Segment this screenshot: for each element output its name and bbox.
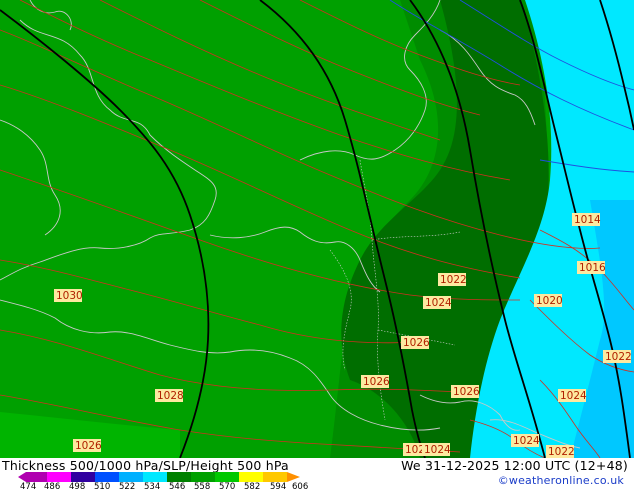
scale-swatch <box>47 472 71 482</box>
scale-tick: 522 <box>119 482 136 492</box>
isobar-label: 1022 <box>546 445 575 458</box>
credit-link[interactable]: ©weatheronline.co.uk <box>498 474 624 487</box>
isobar-label: 1028 <box>155 389 184 402</box>
scale-tick: 558 <box>194 482 211 492</box>
isobar-label: 1020 <box>534 294 563 307</box>
map-canvas: 1014 1016 1020 1022 1022 1022 1022 1024 … <box>0 0 634 459</box>
scale-arrow-right <box>287 472 300 482</box>
map-footer: Thickness 500/1000 hPa/SLP/Height 500 hP… <box>0 458 634 492</box>
isobar-label: 1026 <box>401 336 430 349</box>
scale-tick: 606 <box>292 482 309 492</box>
isobar-label: 1022 <box>603 350 632 363</box>
svg-text:1022: 1022 <box>548 446 575 458</box>
isobar-label: 1014 <box>572 213 601 226</box>
scale-swatch <box>143 472 167 482</box>
scale-tick: 474 <box>20 482 37 492</box>
scale-swatch <box>95 472 119 482</box>
scale-tick: 534 <box>144 482 161 492</box>
scale-tick: 498 <box>69 482 86 492</box>
scale-tick: 570 <box>219 482 236 492</box>
svg-text:1024: 1024 <box>560 390 587 402</box>
isobar-label: 1024 <box>511 434 540 447</box>
isobar-label: 1024 <box>423 296 452 309</box>
svg-text:1020: 1020 <box>536 295 563 307</box>
scale-swatch <box>71 472 95 482</box>
isobar-label: 1024 <box>558 389 587 402</box>
isobar-label: 1026 <box>451 385 480 398</box>
svg-text:1028: 1028 <box>157 390 184 402</box>
svg-text:1022: 1022 <box>440 274 467 286</box>
scale-tick: 594 <box>270 482 287 492</box>
valid-time: We 31-12-2025 12:00 UTC (12+48) <box>401 458 628 473</box>
isobar-label: 1026 <box>73 439 102 452</box>
scale-swatch <box>119 472 143 482</box>
scale-tick: 510 <box>94 482 111 492</box>
scale-swatch <box>215 472 239 482</box>
isobar-label: 1016 <box>577 261 606 274</box>
svg-text:1030: 1030 <box>56 290 83 302</box>
scale-swatch <box>191 472 215 482</box>
svg-text:1026: 1026 <box>75 440 102 452</box>
svg-text:1026: 1026 <box>363 376 390 388</box>
scale-swatch <box>167 472 191 482</box>
isobar-label: 1022 <box>438 273 467 286</box>
isobar-label: 1026 <box>361 375 390 388</box>
scale-swatch <box>263 472 287 482</box>
scale-swatch <box>26 472 47 482</box>
weather-map: 1014 1016 1020 1022 1022 1022 1022 1024 … <box>0 0 634 459</box>
scale-tick: 582 <box>244 482 261 492</box>
svg-text:1024: 1024 <box>424 444 451 456</box>
svg-text:1014: 1014 <box>574 214 601 226</box>
svg-text:1026: 1026 <box>403 337 430 349</box>
svg-text:1016: 1016 <box>579 262 606 274</box>
svg-text:1024: 1024 <box>513 435 540 447</box>
thickness-color-scale <box>18 472 300 482</box>
scale-tick: 486 <box>44 482 61 492</box>
map-title: Thickness 500/1000 hPa/SLP/Height 500 hP… <box>2 458 289 473</box>
svg-text:1022: 1022 <box>605 351 632 363</box>
isobar-label: 1030 <box>54 289 83 302</box>
isobar-label: 1024 <box>422 443 451 456</box>
scale-swatch <box>239 472 263 482</box>
scale-tick: 546 <box>169 482 186 492</box>
svg-text:1026: 1026 <box>453 386 480 398</box>
svg-text:1024: 1024 <box>425 297 452 309</box>
scale-arrow-left <box>18 472 26 482</box>
